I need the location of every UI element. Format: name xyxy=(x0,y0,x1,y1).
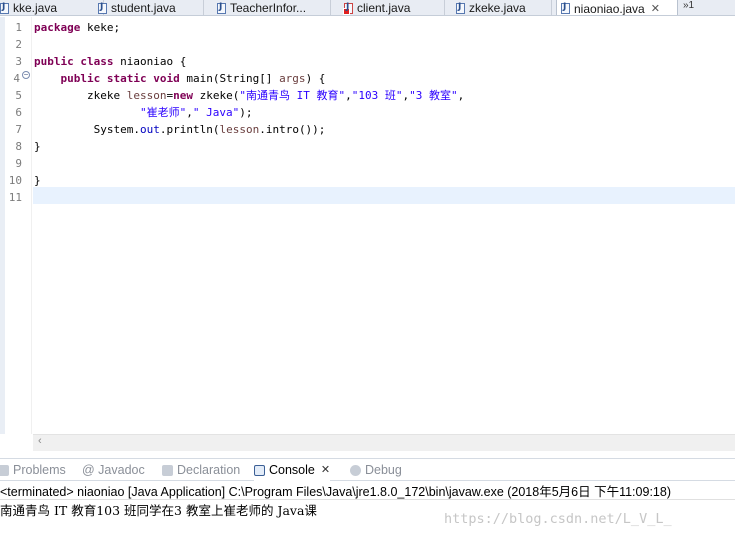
java-file-icon xyxy=(456,2,465,14)
tab-problems[interactable]: Problems xyxy=(0,459,66,481)
tab-label: zkeke.java xyxy=(469,1,526,15)
java-file-icon xyxy=(98,2,107,14)
tab-client-java[interactable]: client.java xyxy=(340,0,445,15)
declaration-icon xyxy=(162,464,173,476)
code-line-5: zkeke lesson=new zkeke("南通青鸟 IT 教育","103… xyxy=(86,89,465,102)
java-file-icon xyxy=(217,2,226,14)
line-number: 10 xyxy=(8,174,22,187)
collapse-icon[interactable]: − xyxy=(22,71,30,79)
tab-label: kke.java xyxy=(13,1,58,15)
debug-icon xyxy=(350,464,361,476)
problems-icon xyxy=(0,464,9,476)
code-line-1: package keke; xyxy=(34,21,121,34)
tab-label: @ Javadoc xyxy=(82,463,145,477)
java-file-icon xyxy=(0,2,9,14)
close-icon[interactable]: ✕ xyxy=(651,2,660,15)
code-line-3: public class niaoniao { xyxy=(34,55,187,68)
tab-label: niaoniao.java xyxy=(574,1,645,16)
code-line-7: System.out.println(lesson.intro()); xyxy=(93,123,326,136)
tab-label: Problems xyxy=(13,463,66,477)
tab-label: TeacherInfor... xyxy=(230,1,307,15)
tab-zkeke-java[interactable]: zkeke.java xyxy=(452,0,552,15)
code-line-8: } xyxy=(34,140,41,153)
line-number-ruler: 1 2 3 4 5 6 7 8 9 10 11 − xyxy=(0,17,32,434)
watermark-text: https://blog.csdn.net/L_V_L_ xyxy=(444,511,672,527)
line-number: 6 xyxy=(15,106,22,119)
line-number: 1 xyxy=(15,21,22,34)
line-number: 5 xyxy=(15,89,22,102)
scroll-left-icon[interactable]: ‹ xyxy=(38,435,42,447)
tab-declaration[interactable]: Declaration xyxy=(162,459,240,481)
code-editor[interactable]: 1 2 3 4 5 6 7 8 9 10 11 − package keke; … xyxy=(0,17,735,451)
line-number: 4 xyxy=(13,72,20,85)
line-number: 11 xyxy=(8,191,22,204)
tab-niaoniao-java[interactable]: niaoniao.java ✕ xyxy=(556,0,678,16)
tab-console[interactable]: Console ✕ xyxy=(254,459,331,481)
java-file-error-icon xyxy=(343,2,353,15)
tab-teacherinfor-java[interactable]: TeacherInfor... xyxy=(213,0,331,15)
tab-label: client.java xyxy=(357,1,411,15)
code-line-10: } xyxy=(34,174,41,187)
code-line-6: "崔老师"," Java"); xyxy=(139,106,253,119)
editor-tab-bar: kke.java student.java TeacherInfor... cl… xyxy=(0,0,735,16)
view-tab-bar: Problems @ Javadoc Declaration Console ✕… xyxy=(0,458,735,481)
tab-student-java[interactable]: student.java xyxy=(94,0,204,15)
line-number: 2 xyxy=(15,38,22,51)
tab-javadoc[interactable]: @ Javadoc xyxy=(82,459,145,481)
line-number: 8 xyxy=(15,140,22,153)
tab-overflow-button[interactable]: »1 xyxy=(683,0,694,15)
tab-label: Console xyxy=(269,463,315,477)
line-number: 3 xyxy=(15,55,22,68)
line-number: 7 xyxy=(15,123,22,136)
console-icon xyxy=(254,464,265,476)
tab-label: student.java xyxy=(111,1,176,15)
horizontal-scrollbar[interactable]: ‹ xyxy=(33,434,735,451)
tab-label: Debug xyxy=(365,463,402,477)
console-status: <terminated> niaoniao [Java Application]… xyxy=(0,484,735,500)
current-line-highlight xyxy=(33,187,735,204)
tab-kke-java[interactable]: kke.java xyxy=(0,0,104,15)
close-icon[interactable]: ✕ xyxy=(321,459,330,481)
java-file-icon xyxy=(561,2,570,14)
code-line-4: public static void main(String[] args) { xyxy=(60,72,326,85)
line-number: 9 xyxy=(15,157,22,170)
tab-debug[interactable]: Debug xyxy=(350,459,402,481)
tab-label: Declaration xyxy=(177,463,241,477)
